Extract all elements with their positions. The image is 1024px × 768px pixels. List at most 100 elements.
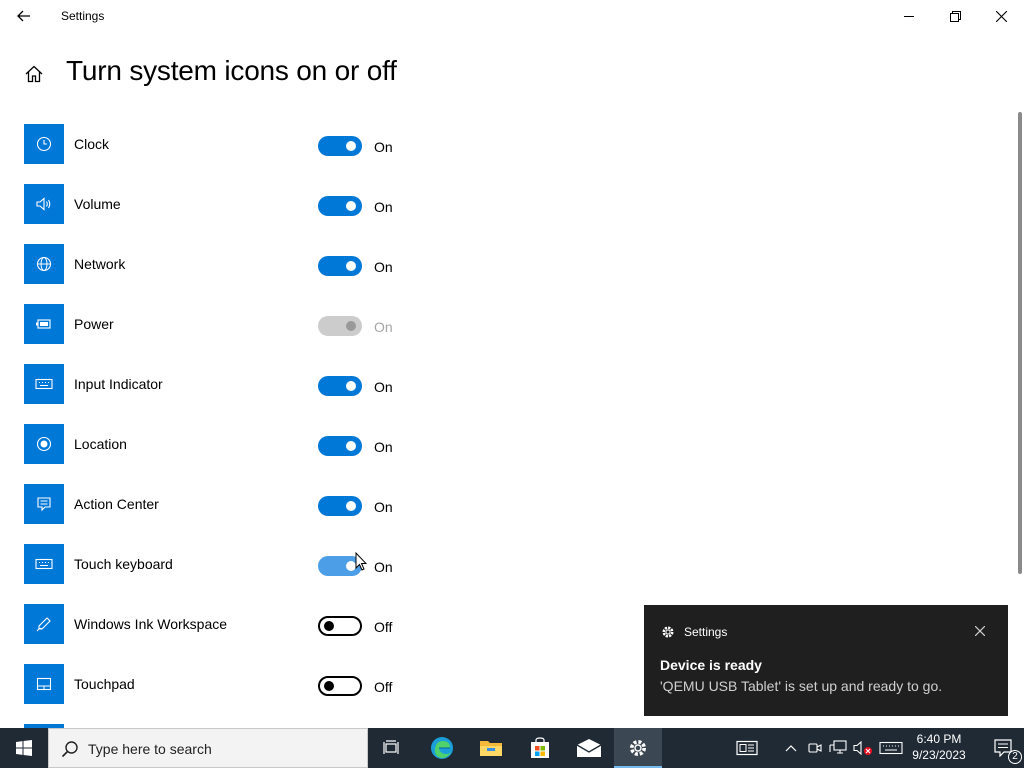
location-toggle[interactable] [318,436,362,456]
toggle-state: On [374,319,393,335]
store-icon [531,737,549,758]
battery-icon [24,304,64,344]
clock-date: 9/23/2023 [912,748,966,762]
toggle-state: On [374,199,393,215]
touchpad-toggle[interactable] [318,676,362,696]
toggle-state: Off [374,679,393,695]
news-icon [736,740,758,756]
setting-row-windows-ink-workspace: Windows Ink Workspace Off [24,604,424,664]
back-button[interactable] [8,0,40,32]
setting-row-volume: Volume On [24,184,424,244]
volume-icon [24,184,64,224]
window-title: Settings [61,9,105,23]
toggle-state: On [374,559,393,575]
volume-toggle[interactable] [318,196,362,216]
network-tray-icon[interactable] [828,728,848,768]
clock-icon [24,124,64,164]
chevron-up-icon [785,745,797,752]
touch-keyboard-icon [24,544,64,584]
toggle-state: On [374,379,393,395]
search-box[interactable]: Type here to search [48,728,368,768]
network-icon [829,740,847,754]
page-title: Turn system icons on or off [66,55,397,86]
taskbar: Type here to search 6:40 PM 9/23/2023 2 [0,728,1024,768]
settings-taskbar-button[interactable] [614,728,662,768]
store-button[interactable] [516,728,564,768]
minimize-icon [904,16,914,17]
system-icons-list: Clock On Volume On Network On Power On I… [24,124,424,724]
touchpad-icon [24,664,64,704]
toast-app-name: Settings [684,625,728,639]
setting-label: Windows Ink Workspace [74,616,228,632]
notification-count-badge: 2 [1008,750,1022,764]
toast-body: 'QEMU USB Tablet' is set up and ready to… [660,678,943,694]
toast-title: Device is ready [660,657,762,673]
mail-icon [576,739,602,757]
input-indicator-toggle[interactable] [318,376,362,396]
toggle-state: On [374,259,393,275]
input-indicator-tray-icon[interactable] [878,728,904,768]
setting-row-input-indicator: Input Indicator On [24,364,424,424]
location-icon [24,424,64,464]
clock-toggle[interactable] [318,136,362,156]
edge-button[interactable] [418,728,466,768]
setting-label: Touch keyboard [74,556,173,572]
restore-button[interactable] [932,0,978,32]
search-icon [61,741,78,758]
setting-label: Power [74,316,114,332]
edge-icon [431,737,453,759]
setting-label: Volume [74,196,121,212]
gear-icon [662,626,674,638]
toggle-state: On [374,439,393,455]
gear-icon [630,740,646,756]
pen-icon [24,604,64,644]
search-placeholder: Type here to search [88,741,212,757]
mouse-cursor-icon [355,552,367,571]
keyboard-icon [879,741,903,755]
scrollbar[interactable] [1018,112,1022,574]
camera-icon [808,743,822,753]
setting-row-location: Location On [24,424,424,484]
toggle-state: On [374,139,393,155]
windows-ink-workspace-toggle[interactable] [318,616,362,636]
start-button[interactable] [0,728,48,768]
setting-label: Action Center [74,496,159,512]
task-view-icon [383,740,399,754]
back-arrow-icon [17,10,30,22]
setting-label: Input Indicator [74,376,163,392]
setting-row-touchpad: Touchpad Off [24,664,424,724]
mail-button[interactable] [565,728,613,768]
file-explorer-button[interactable] [467,728,515,768]
setting-label: Network [74,256,126,272]
network-icon [24,244,64,284]
setting-row-action-center: Action Center On [24,484,424,544]
title-bar: Settings [0,0,1024,32]
volume-muted-icon [853,740,872,756]
show-hidden-icons-button[interactable] [782,728,800,768]
network-toggle[interactable] [318,256,362,276]
task-view-button[interactable] [368,728,416,768]
volume-tray-icon[interactable] [852,728,874,768]
setting-row-power: Power On [24,304,424,364]
toast-close-icon[interactable] [972,623,988,639]
minimize-button[interactable] [886,0,932,32]
setting-label: Touchpad [74,676,135,692]
clock-time: 6:40 PM [916,732,962,746]
toggle-state: Off [374,619,393,635]
power-toggle[interactable] [318,316,362,336]
setting-label: Location [74,436,127,452]
action-center-icon [24,484,64,524]
action-center-toggle[interactable] [318,496,362,516]
meet-now-tray-icon[interactable] [806,728,824,768]
home-icon[interactable] [22,62,46,86]
keyboard-icon [24,364,64,404]
setting-row-clock: Clock On [24,124,424,184]
folder-icon [480,741,502,756]
close-button[interactable] [978,0,1024,32]
toggle-state: On [374,499,393,515]
news-button[interactable] [730,728,764,768]
windows-logo-icon [16,740,32,756]
taskbar-clock[interactable]: 6:40 PM 9/23/2023 [906,731,972,763]
close-icon [995,10,1007,22]
toast-notification[interactable]: Settings Device is ready 'QEMU USB Table… [644,605,1008,716]
